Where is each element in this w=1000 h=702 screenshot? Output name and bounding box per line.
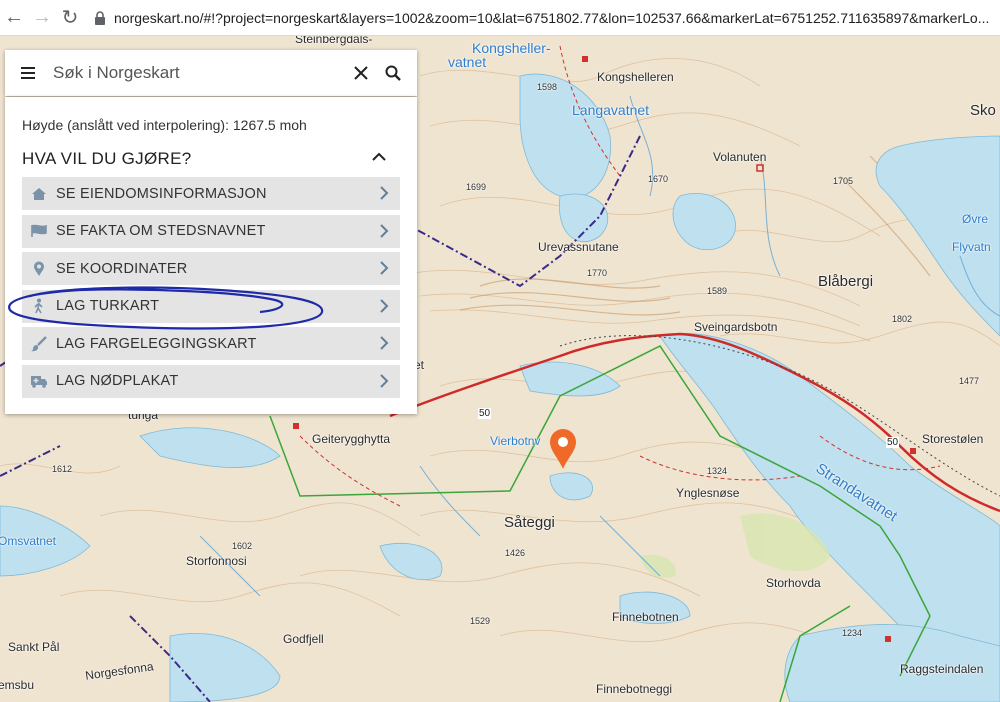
place-label: Sko [970, 102, 996, 119]
action-menu: SE EIENDOMSINFORMASJON SE FAKTA OM STEDS… [22, 177, 400, 402]
road-number-label: 50 [478, 408, 492, 419]
action-panel: Høyde (anslått ved interpolering): 1267.… [5, 97, 417, 414]
place-label: Urevassnutane [538, 240, 619, 254]
elevation-label: 1426 [505, 548, 526, 558]
menu-item-label: SE KOORDINATER [56, 260, 188, 277]
lock-icon [92, 10, 108, 25]
map-pin-icon [22, 261, 56, 277]
hamburger-menu-icon[interactable] [5, 50, 51, 96]
elevation-label: 1598 [537, 82, 558, 92]
elevation-label: 1670 [648, 174, 669, 184]
menu-item-hiking-map[interactable]: LAG TURKART [22, 289, 400, 323]
lake-label: Flyvatn [952, 240, 991, 254]
place-label: Sveingardsbotn [694, 320, 778, 334]
elevation-label: 1324 [707, 466, 728, 476]
search-bar [5, 50, 417, 96]
elevation-label: 1699 [466, 182, 487, 192]
chevron-right-icon [380, 298, 389, 313]
back-arrow-icon[interactable]: ← [0, 4, 28, 32]
menu-item-property-info[interactable]: SE EIENDOMSINFORMASJON [22, 177, 400, 210]
place-label: Raggsteindalen [900, 662, 984, 676]
lake-label: Omsvatnet [0, 534, 57, 548]
ambulance-icon [22, 374, 56, 388]
place-label: Steinbergdals- [295, 36, 373, 46]
lake-label: Vierbotnv [490, 434, 541, 448]
elevation-label: 1802 [892, 314, 913, 324]
place-label: Volanuten [713, 150, 767, 164]
place-label: Ynglesnøse [676, 486, 740, 500]
menu-item-coordinates[interactable]: SE KOORDINATER [22, 252, 400, 285]
menu-item-place-name-facts[interactable]: SE FAKTA OM STEDSNAVNET [22, 214, 400, 248]
url-text: norgeskart.no/#!?project=norgeskart&laye… [114, 9, 990, 26]
place-label: Såteggi [504, 514, 555, 531]
menu-item-emergency-poster[interactable]: LAG NØDPLAKAT [22, 364, 400, 398]
place-label: Blåbergi [818, 273, 874, 290]
lake-label: vatnet [448, 54, 487, 70]
hiker-icon [22, 298, 56, 314]
menu-item-label: LAG NØDPLAKAT [56, 373, 179, 389]
place-label: Kongshelleren [597, 70, 674, 84]
search-input[interactable] [51, 52, 345, 94]
elevation-label: 1612 [52, 464, 73, 474]
search-icon[interactable] [377, 50, 409, 96]
elevation-label: 1234 [842, 628, 863, 638]
chevron-right-icon [380, 223, 389, 238]
place-label: Geiterygghytta [312, 432, 391, 446]
reload-icon[interactable]: ↻ [56, 4, 84, 32]
elevation-label: 1529 [470, 616, 491, 626]
chevron-right-icon [380, 261, 389, 275]
height-info: Høyde (anslått ved interpolering): 1267.… [22, 117, 307, 133]
place-label: Storhovda [766, 576, 821, 590]
lake-label: Øvre [962, 212, 989, 226]
menu-item-label: SE EIENDOMSINFORMASJON [56, 185, 267, 202]
place-label: emsbu [0, 678, 35, 692]
lake-label: Langavatnet [572, 102, 650, 118]
chevron-up-icon[interactable] [369, 147, 389, 167]
place-label: Sankt Pål [8, 640, 60, 654]
menu-item-coloring-map[interactable]: LAG FARGELEGGINGSKART [22, 327, 400, 360]
chevron-right-icon [380, 336, 389, 350]
elevation-label: 1602 [232, 541, 253, 551]
forward-arrow-icon[interactable]: → [28, 4, 56, 32]
place-label: Storestølen [922, 432, 984, 446]
place-label: Finnebotnen [612, 610, 679, 624]
elevation-label: 1705 [833, 176, 854, 186]
flag-icon [22, 224, 56, 238]
place-label: Finnebotneggi [596, 682, 673, 696]
close-icon[interactable] [345, 50, 377, 96]
menu-item-label: SE FAKTA OM STEDSNAVNET [56, 223, 266, 239]
browser-bar: ← → ↻ norgeskart.no/#!?project=norgeskar… [0, 0, 1000, 36]
address-bar[interactable]: norgeskart.no/#!?project=norgeskart&laye… [92, 4, 1000, 32]
house-icon [22, 187, 56, 201]
chevron-right-icon [380, 373, 389, 388]
paint-brush-icon [22, 335, 56, 352]
menu-item-label: LAG FARGELEGGINGSKART [56, 335, 257, 352]
section-title: HVA VIL DU GJØRE? [22, 149, 192, 168]
chevron-right-icon [380, 186, 389, 200]
elevation-label: 1770 [587, 268, 608, 278]
road-number-label: 50 [886, 437, 900, 448]
elevation-label: 1589 [707, 286, 728, 296]
elevation-label: 1477 [959, 376, 980, 386]
place-label: Storfonnosi [186, 554, 247, 568]
place-label: Godfjell [283, 632, 324, 646]
menu-item-label: LAG TURKART [56, 298, 160, 314]
